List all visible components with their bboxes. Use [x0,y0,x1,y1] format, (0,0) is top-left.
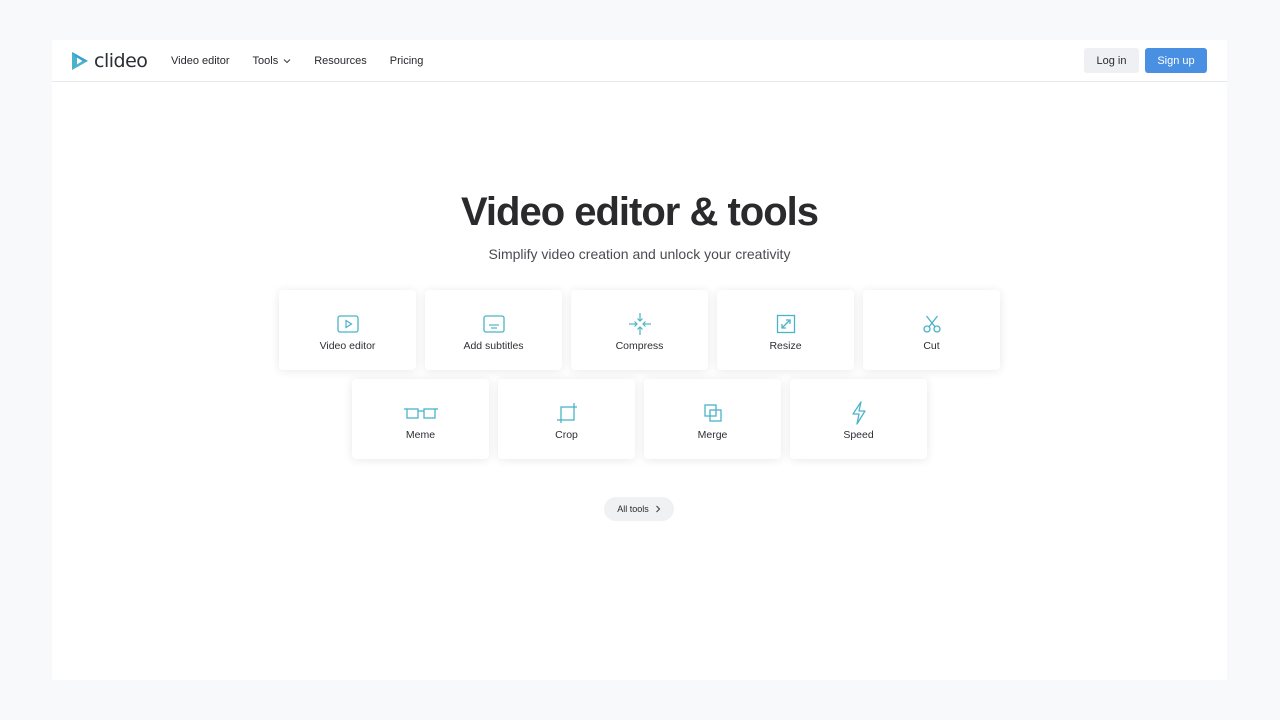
tool-grid: Video editor Add subtitles Compress Resi… [52,290,1227,468]
tool-tile-meme[interactable]: Meme [352,379,489,459]
tool-label: Add subtitles [463,340,524,352]
brand-name: clideo [94,50,148,72]
tool-label: Resize [769,340,802,352]
tool-label: Speed [843,429,874,441]
chevron-down-icon [283,59,291,64]
tool-tile-merge[interactable]: Merge [644,379,781,459]
auth-buttons: Log in Sign up [1084,48,1207,73]
clideo-logo[interactable]: clideo [70,49,148,73]
nav-video-editor[interactable]: Video editor [171,55,230,67]
tool-label: Meme [405,429,436,441]
nav-resources-label: Resources [314,55,367,67]
meme-icon [403,401,438,425]
main-nav: Video editor Tools Resources Pricing [171,40,423,82]
nav-resources[interactable]: Resources [314,55,367,67]
tool-tile-compress[interactable]: Compress [571,290,708,370]
all-tools-button[interactable]: All tools [604,497,674,521]
tool-label: Merge [697,429,728,441]
tool-row-1: Video editor Add subtitles Compress Resi… [52,290,1227,370]
nav-pricing-label: Pricing [389,55,424,67]
tool-label: Video editor [319,340,376,352]
top-navigation-bar: clideo Video editor Tools Resources Pric… [52,40,1227,82]
page-subtitle: Simplify video creation and unlock your … [488,246,791,262]
merge-icon [703,401,723,425]
scissors-icon [922,312,942,336]
tool-tile-cut[interactable]: Cut [863,290,1000,370]
nav-video-editor-label: Video editor [171,55,230,67]
subtitles-icon [482,312,505,336]
play-screen-icon [336,312,359,336]
page-title: Video editor & tools [460,190,819,234]
tool-tile-video-editor[interactable]: Video editor [279,290,416,370]
nav-tools-dropdown[interactable]: Tools [253,55,292,67]
resize-icon [776,312,796,336]
tool-tile-resize[interactable]: Resize [717,290,854,370]
nav-pricing[interactable]: Pricing [390,55,424,67]
app-window: clideo Video editor Tools Resources Pric… [52,40,1227,680]
tool-tile-add-subtitles[interactable]: Add subtitles [425,290,562,370]
compress-icon [628,312,652,336]
chevron-right-icon [655,505,661,513]
signup-button[interactable]: Sign up [1145,48,1207,73]
lightning-icon [850,401,868,425]
tool-label: Cut [923,340,940,352]
tool-tile-speed[interactable]: Speed [790,379,927,459]
tool-label: Compress [615,340,664,352]
all-tools-label: All tools [617,504,649,514]
clideo-play-logo-icon [72,52,88,70]
crop-icon [556,401,578,425]
login-button[interactable]: Log in [1084,48,1139,73]
tool-row-2: Meme Crop Merge Speed [52,379,1227,459]
nav-tools-label: Tools [252,55,279,67]
tool-tile-crop[interactable]: Crop [498,379,635,459]
tool-label: Crop [555,429,578,441]
